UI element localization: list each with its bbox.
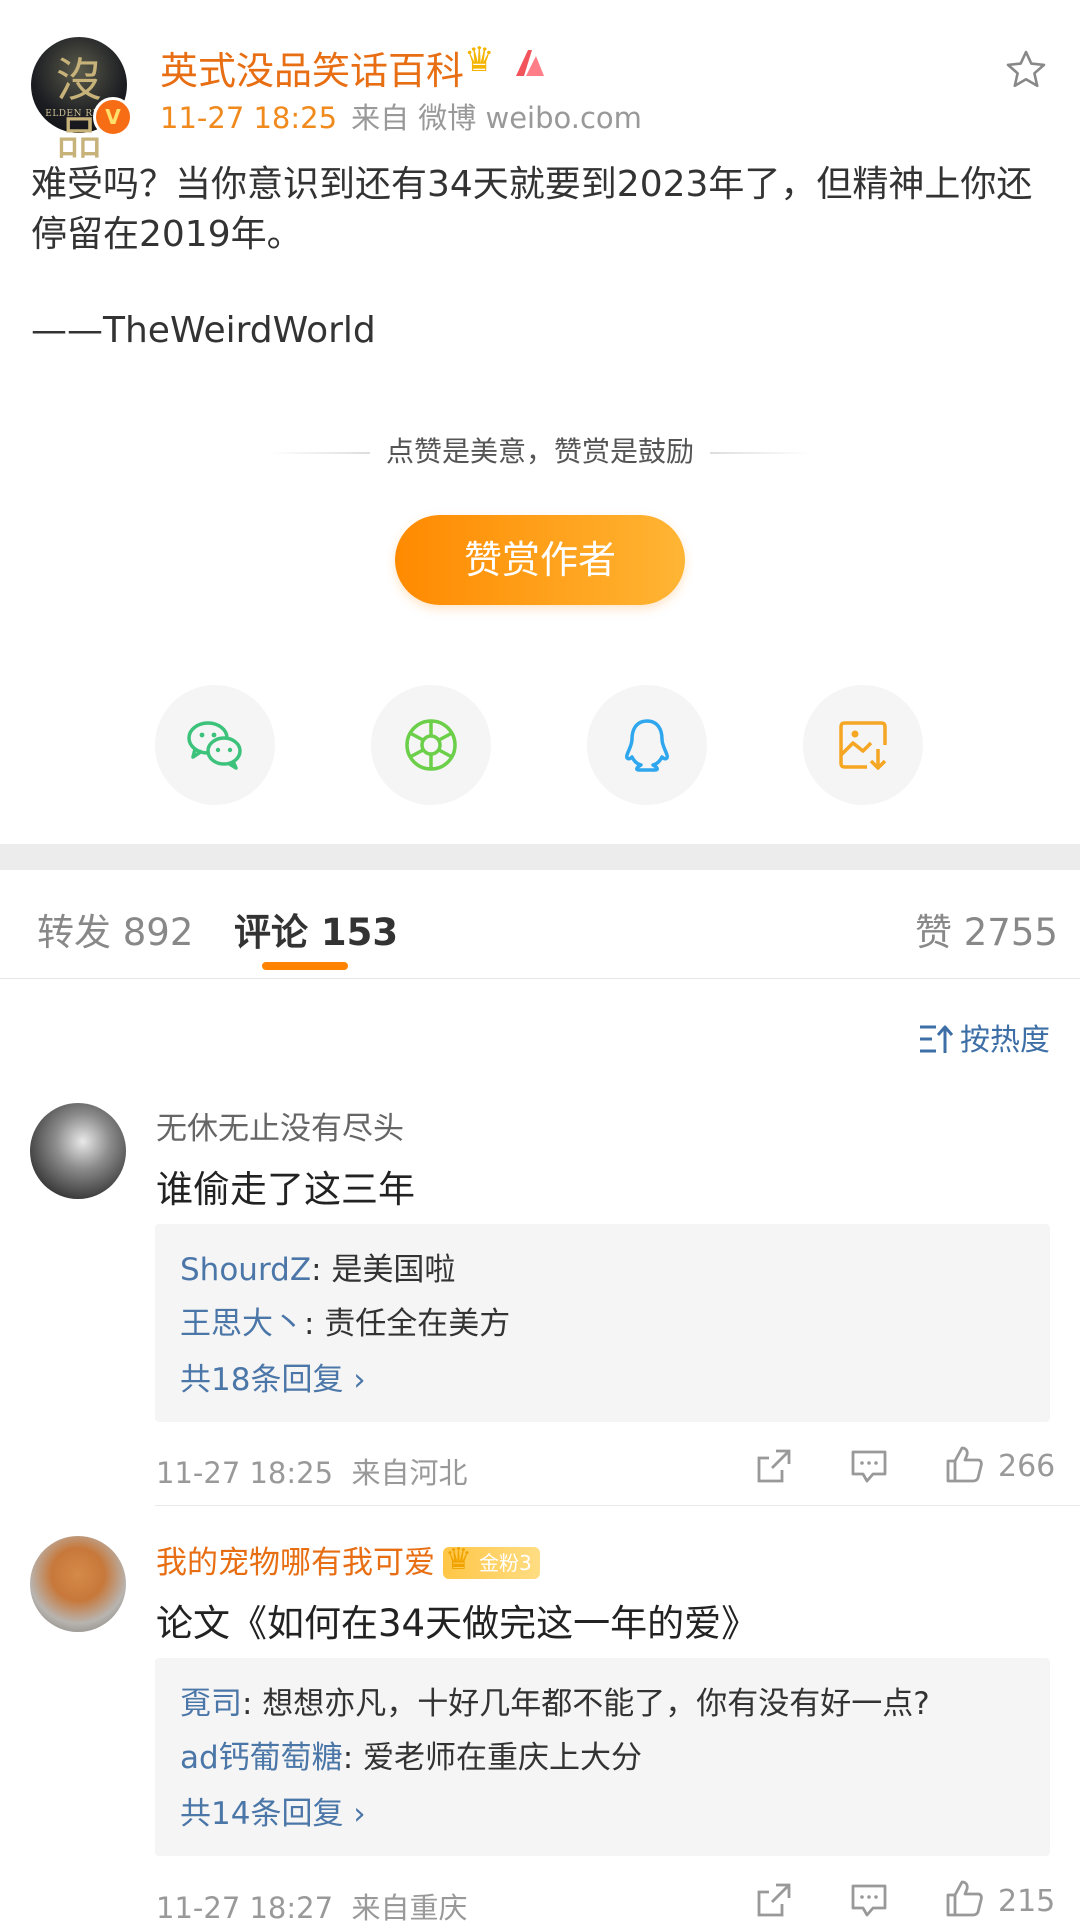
share-qq-button[interactable] [587, 685, 707, 805]
divider [269, 452, 370, 454]
reply-user[interactable]: 覔司 [180, 1686, 242, 1722]
author-name[interactable]: 英式没品笑话百科 [160, 40, 464, 95]
commenter-name[interactable]: 无休无止没有尽头 [156, 1103, 404, 1148]
member-mark-icon [516, 50, 544, 76]
tab-likes[interactable]: 赞 2755 [915, 902, 1058, 956]
reply-text: : 想想亦凡，十好几年都不能了，你有没有好一点? [242, 1686, 930, 1722]
wechat-icon [187, 721, 242, 770]
crown-icon: ♛ [445, 1542, 472, 1577]
post-time: 11-27 18:25 [160, 101, 338, 135]
comment-meta: 11-27 18:25 来自河北 [156, 1450, 468, 1492]
repost-icon[interactable] [754, 1446, 794, 1486]
reply-user[interactable]: ad钙葡萄糖 [180, 1740, 343, 1776]
reply-user[interactable]: 王思大丶 [180, 1306, 304, 1342]
like-icon[interactable] [944, 1444, 984, 1484]
tab-comments[interactable]: 评论 153 [234, 902, 398, 956]
like-count: 266 [998, 1449, 1056, 1484]
reply-text: : 责任全在美方 [304, 1306, 511, 1342]
comment-icon[interactable] [849, 1880, 889, 1920]
share-wechat-button[interactable] [155, 685, 275, 805]
reply-item: 王思大丶: 责任全在美方 [180, 1298, 510, 1343]
commenter-name[interactable]: 我的宠物哪有我可爱 ♛ 金粉3 [156, 1537, 540, 1582]
qq-icon [625, 719, 669, 772]
crown-icon: ♛ [464, 40, 495, 80]
commenter-avatar[interactable] [30, 1103, 126, 1199]
comment-meta: 11-27 18:27 来自重庆 [156, 1885, 468, 1927]
favorite-star-icon[interactable] [1004, 48, 1048, 92]
post-text: 难受吗？当你意识到还有34天就要到2023年了，但精神上你还停留在2019年。 [31, 164, 1033, 255]
more-replies-link[interactable]: 共18条回复 › [180, 1354, 366, 1399]
divider [710, 452, 810, 454]
sort-label: 按热度 [960, 1023, 1050, 1058]
repost-icon[interactable] [754, 1880, 794, 1920]
author-avatar[interactable]: 沒品 ELDEN RING V [31, 37, 133, 165]
like-icon[interactable] [944, 1878, 984, 1918]
comment-time: 11-27 18:25 [156, 1456, 334, 1490]
comment-time: 11-27 18:27 [156, 1891, 334, 1925]
save-image-button[interactable] [803, 685, 923, 805]
reply-text: : 是美国啦 [311, 1252, 456, 1288]
reply-item: ShourdZ: 是美国啦 [180, 1244, 455, 1289]
reply-text: : 爱老师在重庆上大分 [342, 1740, 642, 1776]
sort-by-hot-button[interactable]: 按热度 [918, 1015, 1050, 1059]
like-count: 215 [998, 1884, 1056, 1919]
more-replies-link[interactable]: 共14条回复 › [180, 1788, 366, 1833]
post-meta: 11-27 18:25 来自 微博 weibo.com [160, 95, 642, 137]
commenter-avatar[interactable] [30, 1536, 126, 1632]
verified-badge: V [93, 97, 133, 137]
moments-icon [405, 719, 457, 771]
reply-item: ad钙葡萄糖: 爱老师在重庆上大分 [180, 1732, 642, 1777]
reply-user[interactable]: ShourdZ [180, 1252, 311, 1288]
reward-slogan: 点赞是美意，赞赏是鼓励 [0, 430, 1080, 470]
save-image-icon [839, 721, 887, 770]
section-divider [0, 844, 1080, 870]
reward-author-button[interactable]: 赞赏作者 [395, 515, 685, 605]
comment-text: 谁偷走了这三年 [156, 1168, 415, 1211]
tab-repost[interactable]: 转发 892 [37, 902, 193, 956]
reply-preview[interactable]: ShourdZ: 是美国啦 王思大丶: 责任全在美方 共18条回复 › [155, 1224, 1050, 1422]
tabs-divider [0, 978, 1080, 979]
comment-divider [155, 1505, 1080, 1506]
reply-item: 覔司: 想想亦凡，十好几年都不能了，你有没有好一点? [180, 1678, 930, 1723]
comment-icon[interactable] [849, 1446, 889, 1486]
comment-location: 来自重庆 [351, 1891, 468, 1925]
active-tab-indicator [262, 962, 348, 970]
post-source: 来自 微博 weibo.com [351, 101, 642, 135]
share-moments-button[interactable] [371, 685, 491, 805]
comment-location: 来自河北 [351, 1456, 468, 1490]
sort-icon [920, 1025, 954, 1053]
post-signature: ——TheWeirdWorld [31, 310, 376, 351]
reply-preview[interactable]: 覔司: 想想亦凡，十好几年都不能了，你有没有好一点? ad钙葡萄糖: 爱老师在重… [155, 1658, 1050, 1856]
comment-text: 论文《如何在34天做完这一年的爱》 [156, 1602, 759, 1645]
fan-badge[interactable]: ♛ 金粉3 [443, 1542, 540, 1579]
